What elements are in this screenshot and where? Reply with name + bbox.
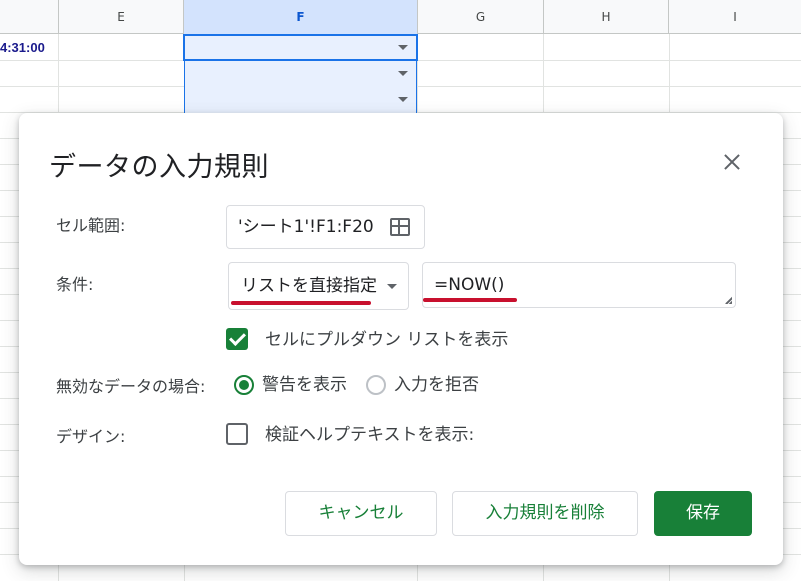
column-header-d[interactable] bbox=[0, 0, 59, 34]
show-dropdown-checkbox[interactable] bbox=[226, 328, 248, 350]
annotation-underline bbox=[231, 301, 371, 305]
column-header-f[interactable]: F bbox=[184, 0, 418, 34]
cell-time-value[interactable]: 4:31:00 bbox=[0, 36, 58, 60]
help-text-label: 検証ヘルプテキストを表示: bbox=[265, 425, 475, 445]
dialog-title: データの入力規則 bbox=[49, 152, 269, 183]
cell-dropdown-arrow-icon[interactable] bbox=[398, 97, 408, 102]
save-button[interactable]: 保存 bbox=[654, 491, 752, 536]
cell-range-label: セル範囲: bbox=[56, 216, 126, 235]
chevron-down-icon bbox=[387, 284, 397, 289]
criteria-label: 条件: bbox=[56, 275, 94, 294]
cell-range-value: 'シート1'!F1:F20 bbox=[238, 217, 374, 237]
show-dropdown-label: セルにプルダウン リストを表示 bbox=[265, 330, 509, 350]
remove-validation-button[interactable]: 入力規則を削除 bbox=[452, 491, 638, 536]
resize-handle-icon[interactable] bbox=[723, 295, 732, 304]
data-validation-dialog: データの入力規則 セル範囲: 'シート1'!F1:F20 条件: リストを直接指… bbox=[19, 113, 783, 565]
criteria-type-value: リストを直接指定 bbox=[241, 276, 377, 296]
criteria-formula-value: =NOW() bbox=[434, 275, 505, 295]
help-text-checkbox[interactable] bbox=[226, 423, 248, 445]
grid-icon[interactable] bbox=[390, 218, 410, 236]
radio-show-warning-button[interactable] bbox=[234, 375, 254, 395]
column-header-g[interactable]: G bbox=[418, 0, 544, 34]
invalid-data-label: 無効なデータの場合: bbox=[56, 377, 206, 396]
column-header-e[interactable]: E bbox=[59, 0, 184, 34]
cell-range-input[interactable]: 'シート1'!F1:F20 bbox=[226, 205, 425, 249]
cell-dropdown-arrow-icon[interactable] bbox=[398, 71, 408, 76]
radio-reject-input-label: 入力を拒否 bbox=[394, 375, 479, 395]
column-header-h[interactable]: H bbox=[544, 0, 669, 34]
cancel-button[interactable]: キャンセル bbox=[285, 491, 437, 536]
annotation-underline bbox=[423, 298, 517, 302]
cell-dropdown-arrow-icon[interactable] bbox=[398, 45, 408, 50]
column-header-i[interactable]: I bbox=[669, 0, 801, 34]
radio-show-warning-label: 警告を表示 bbox=[262, 375, 347, 395]
appearance-label: デザイン: bbox=[56, 427, 126, 446]
radio-reject-input-button[interactable] bbox=[366, 375, 386, 395]
column-header-row: E F G H I bbox=[0, 0, 801, 34]
active-cell[interactable] bbox=[183, 34, 418, 61]
close-icon[interactable] bbox=[719, 149, 745, 175]
